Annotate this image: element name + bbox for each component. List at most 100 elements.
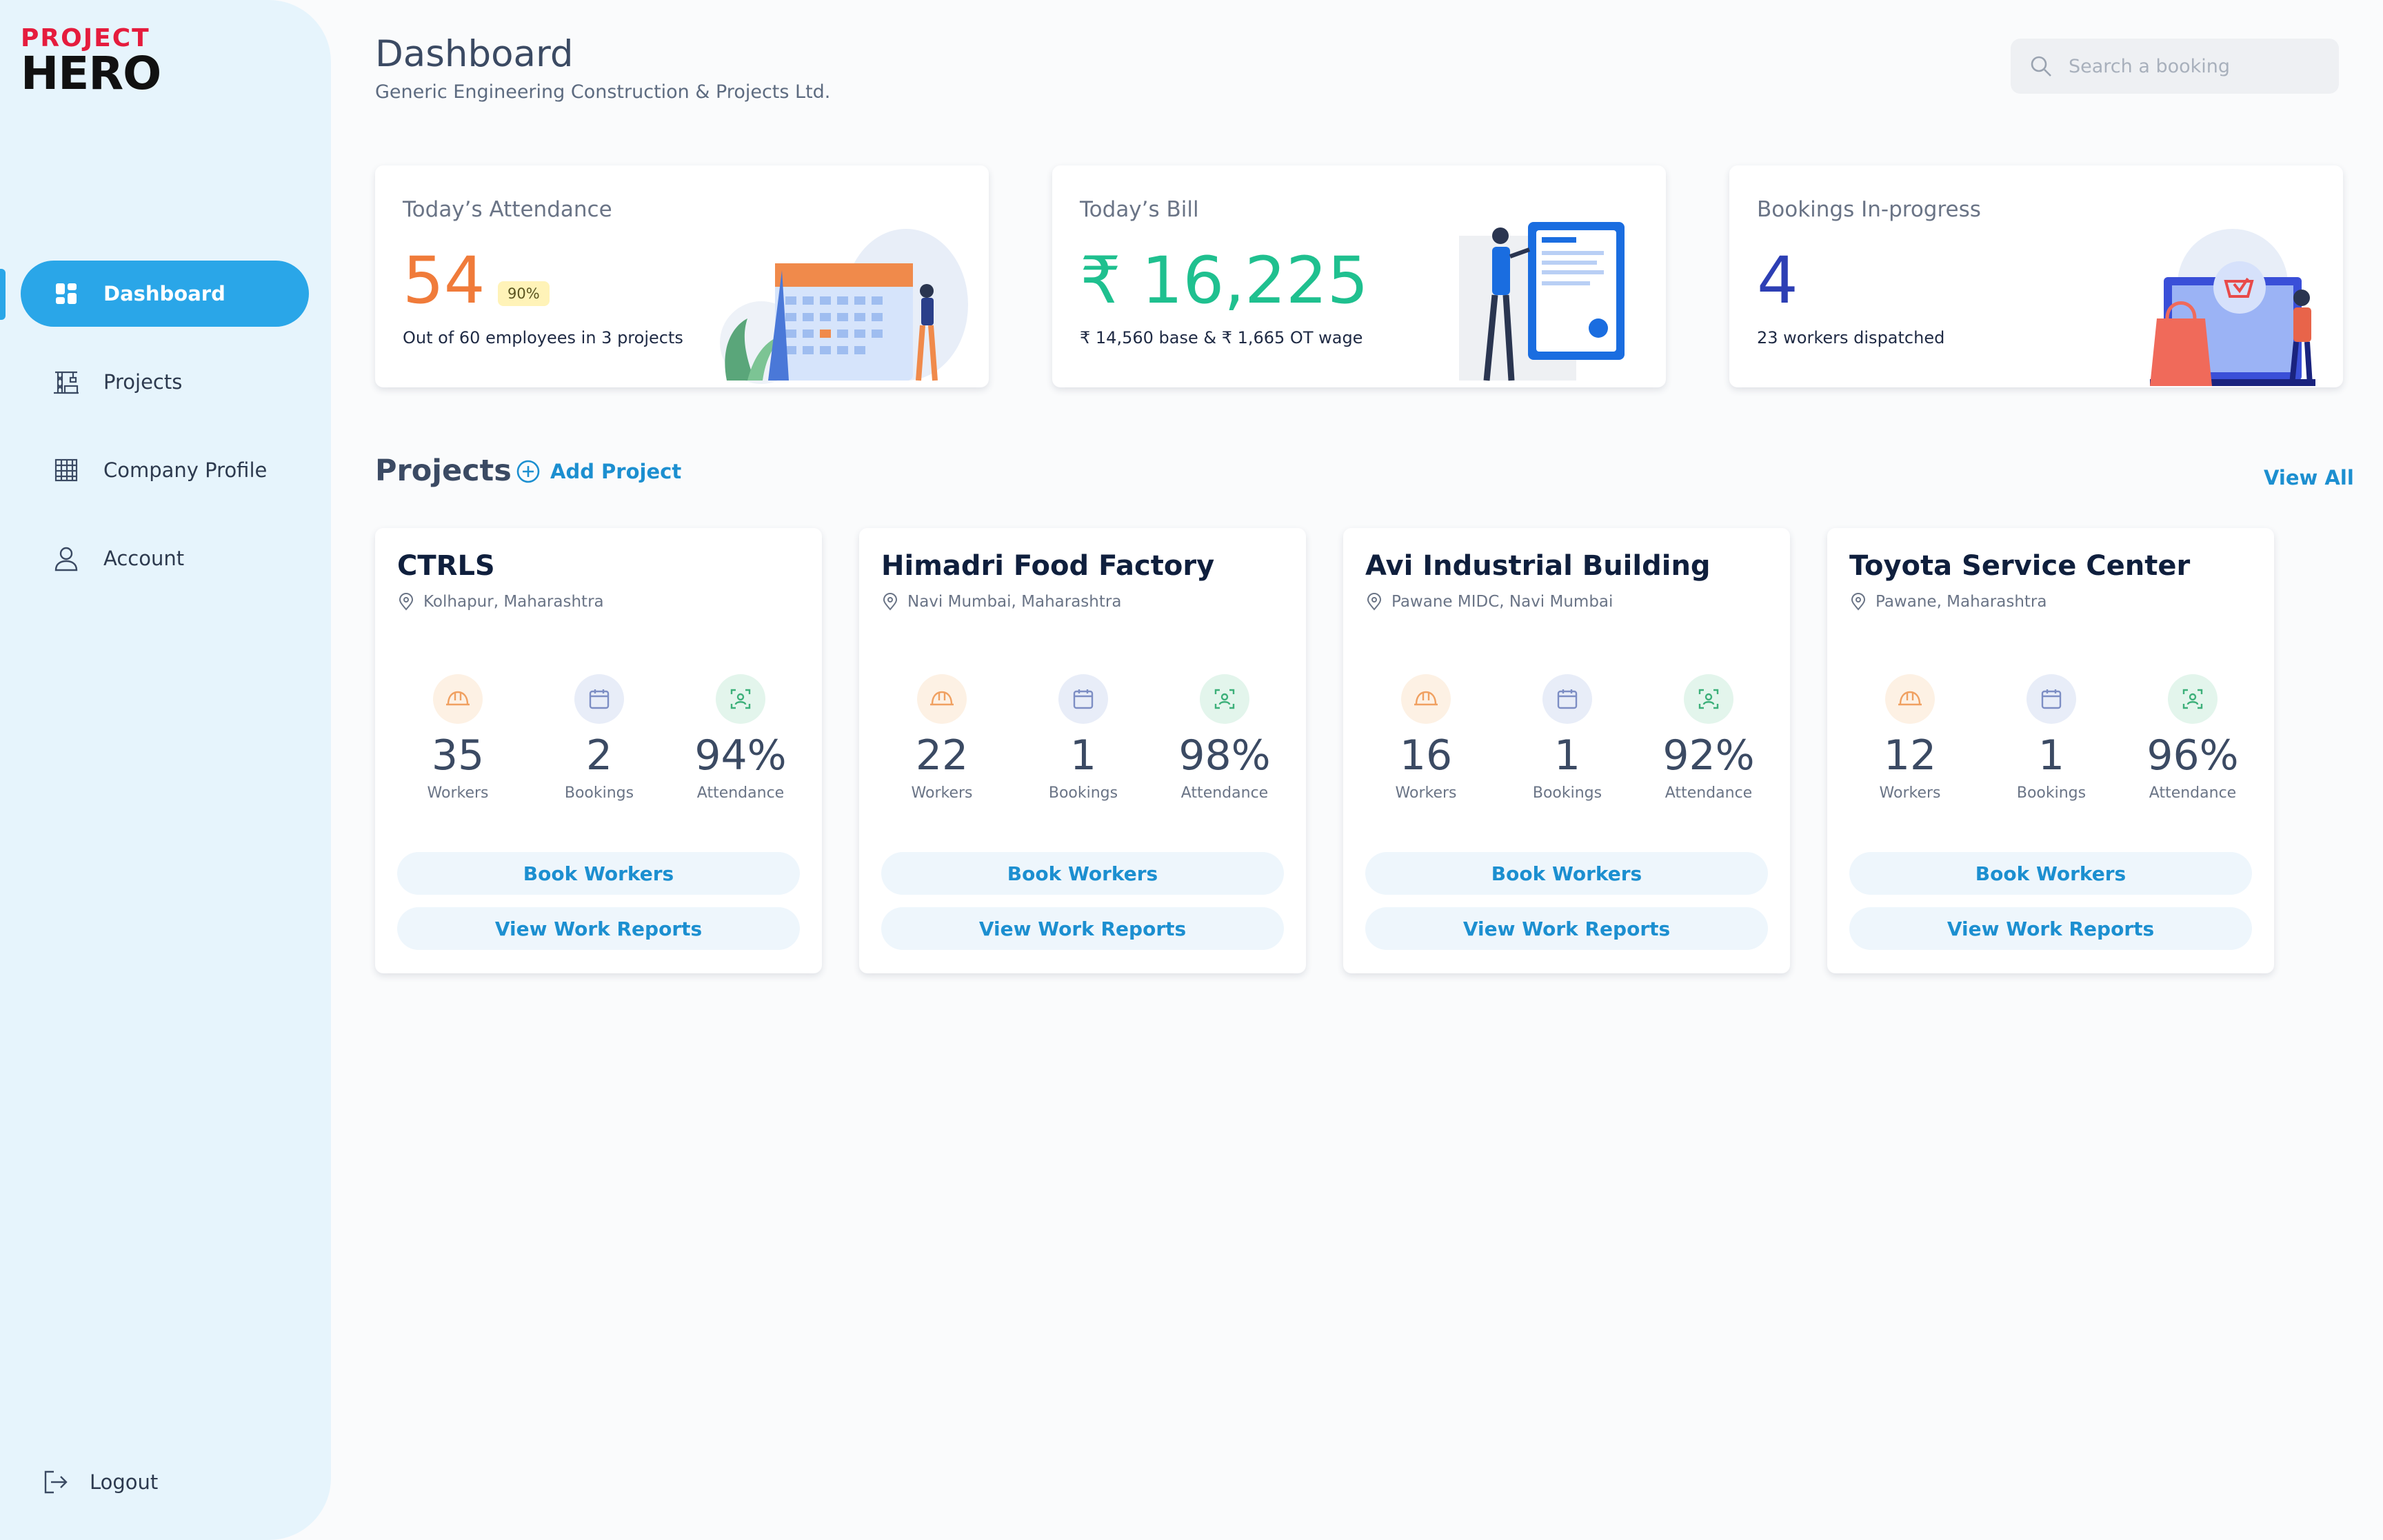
page-title: Dashboard	[375, 33, 574, 75]
dashboard-grid-icon	[52, 280, 80, 307]
workers-metric: 12 Workers	[1841, 674, 1979, 802]
hard-hat-icon	[433, 674, 483, 724]
sidebar-item-account[interactable]: Account	[21, 525, 309, 591]
project-name[interactable]: Himadri Food Factory	[881, 550, 1214, 582]
project-location-text: Kolhapur, Maharashtra	[423, 593, 604, 611]
attendance-metric: 94% Attendance	[672, 674, 810, 802]
invoice-illustration	[1459, 222, 1625, 381]
workers-label: Workers	[911, 784, 973, 802]
attendance-percent: 94%	[694, 731, 787, 780]
sidebar: PROJECT HERO	[0, 0, 331, 1540]
hard-hat-icon	[1885, 674, 1935, 724]
projects-section-title: Projects	[375, 454, 512, 488]
sidebar-nav: Dashboard Projects Company Profile Accou…	[21, 261, 309, 614]
attendance-label: Attendance	[2149, 784, 2237, 802]
bookings-count: 1	[1554, 731, 1581, 780]
search-input[interactable]	[2069, 55, 2317, 77]
project-location-text: Navi Mumbai, Maharashtra	[907, 593, 1122, 611]
view-work-reports-button[interactable]: View Work Reports	[881, 907, 1284, 950]
attendance-label: Today’s Attendance	[403, 197, 612, 222]
calendar-illustration	[720, 229, 968, 384]
workers-label: Workers	[427, 784, 489, 802]
company-name: Generic Engineering Construction & Proje…	[375, 81, 831, 103]
project-hero-logo[interactable]: PROJECT HERO	[21, 26, 161, 100]
bill-value: ₹ 16,225	[1080, 243, 1369, 318]
workers-count: 22	[915, 731, 969, 780]
sidebar-item-label: Account	[103, 547, 185, 570]
project-card: Himadri Food Factory Navi Mumbai, Mahara…	[859, 528, 1306, 973]
project-name[interactable]: Avi Industrial Building	[1365, 550, 1711, 582]
view-work-reports-button[interactable]: View Work Reports	[397, 907, 800, 950]
bill-card[interactable]: Today’s Bill ₹ 16,225 ₹ 14,560 base & ₹ …	[1052, 165, 1666, 387]
view-all-link[interactable]: View All	[2264, 466, 2354, 489]
location-pin-icon	[881, 593, 899, 611]
bookings-metric: 1 Bookings	[1982, 674, 2120, 802]
search-bar[interactable]	[2011, 39, 2339, 94]
project-metrics: 16 Workers 1 Bookings 92% Attendance	[1357, 674, 1778, 802]
bookings-metric: 1 Bookings	[1014, 674, 1152, 802]
attendance-value: 54	[403, 243, 485, 318]
logo-line-2: HERO	[21, 47, 161, 100]
project-location: Pawane MIDC, Navi Mumbai	[1365, 593, 1613, 611]
view-work-reports-button[interactable]: View Work Reports	[1849, 907, 2252, 950]
bookings-count: 1	[2038, 731, 2065, 780]
bookings-label: Bookings	[564, 784, 634, 802]
calendar-icon	[2027, 674, 2076, 724]
sidebar-item-dashboard[interactable]: Dashboard	[21, 261, 309, 327]
workers-metric: 35 Workers	[389, 674, 527, 802]
attendance-scan-icon	[716, 674, 765, 724]
sidebar-item-label: Company Profile	[103, 458, 268, 482]
project-card: CTRLS Kolhapur, Maharashtra 35 Workers 2…	[375, 528, 822, 973]
book-workers-button[interactable]: Book Workers	[397, 852, 800, 895]
workers-label: Workers	[1395, 784, 1457, 802]
attendance-label: Attendance	[1180, 784, 1269, 802]
plus-circle-icon	[516, 459, 541, 484]
project-metrics: 35 Workers 2 Bookings 94% Attendance	[389, 674, 810, 802]
attendance-percent: 98%	[1178, 731, 1271, 780]
project-card: Toyota Service Center Pawane, Maharashtr…	[1827, 528, 2274, 973]
bookings-metric: 2 Bookings	[530, 674, 668, 802]
attendance-metric: 96% Attendance	[2124, 674, 2262, 802]
user-icon	[52, 545, 80, 572]
project-metrics: 22 Workers 1 Bookings 98% Attendance	[873, 674, 1294, 802]
book-workers-button[interactable]: Book Workers	[881, 852, 1284, 895]
project-metrics: 12 Workers 1 Bookings 96% Attendance	[1841, 674, 2262, 802]
attendance-scan-icon	[2168, 674, 2218, 724]
bill-label: Today’s Bill	[1080, 197, 1199, 222]
logout-button[interactable]: Logout	[41, 1468, 158, 1496]
project-location-text: Pawane MIDC, Navi Mumbai	[1391, 593, 1613, 611]
workers-metric: 16 Workers	[1357, 674, 1495, 802]
project-location: Navi Mumbai, Maharashtra	[881, 593, 1121, 611]
book-workers-button[interactable]: Book Workers	[1849, 852, 2252, 895]
attendance-percent-badge: 90%	[498, 281, 550, 306]
attendance-label: Attendance	[696, 784, 785, 802]
sidebar-item-projects[interactable]: Projects	[21, 349, 309, 415]
project-name[interactable]: CTRLS	[397, 550, 495, 582]
book-workers-button[interactable]: Book Workers	[1365, 852, 1768, 895]
workers-metric: 22 Workers	[873, 674, 1011, 802]
sidebar-item-company-profile[interactable]: Company Profile	[21, 437, 309, 503]
logout-icon	[41, 1468, 69, 1496]
bookings-count: 2	[585, 731, 613, 780]
bookings-caption: 23 workers dispatched	[1757, 328, 1945, 347]
location-pin-icon	[397, 593, 415, 611]
attendance-card[interactable]: Today’s Attendance 54 90% Out of 60 empl…	[375, 165, 989, 387]
project-name[interactable]: Toyota Service Center	[1849, 550, 2190, 582]
bookings-label: Bookings	[1532, 784, 1602, 802]
attendance-percent: 92%	[1662, 731, 1755, 780]
add-project-button[interactable]: Add Project	[516, 459, 681, 484]
hard-hat-icon	[1401, 674, 1451, 724]
project-location-text: Pawane, Maharashtra	[1876, 593, 2047, 611]
logout-label: Logout	[90, 1470, 159, 1494]
attendance-label: Attendance	[1665, 784, 1753, 802]
bookings-card[interactable]: Bookings In-progress 4 23 workers dispat…	[1729, 165, 2343, 387]
project-location: Kolhapur, Maharashtra	[397, 593, 604, 611]
attendance-percent: 96%	[2146, 731, 2239, 780]
workers-count: 12	[1883, 731, 1937, 780]
crane-icon	[52, 368, 80, 396]
attendance-metric: 92% Attendance	[1640, 674, 1778, 802]
calendar-icon	[574, 674, 624, 724]
workers-count: 16	[1399, 731, 1453, 780]
view-work-reports-button[interactable]: View Work Reports	[1365, 907, 1768, 950]
bookings-count: 1	[1069, 731, 1097, 780]
